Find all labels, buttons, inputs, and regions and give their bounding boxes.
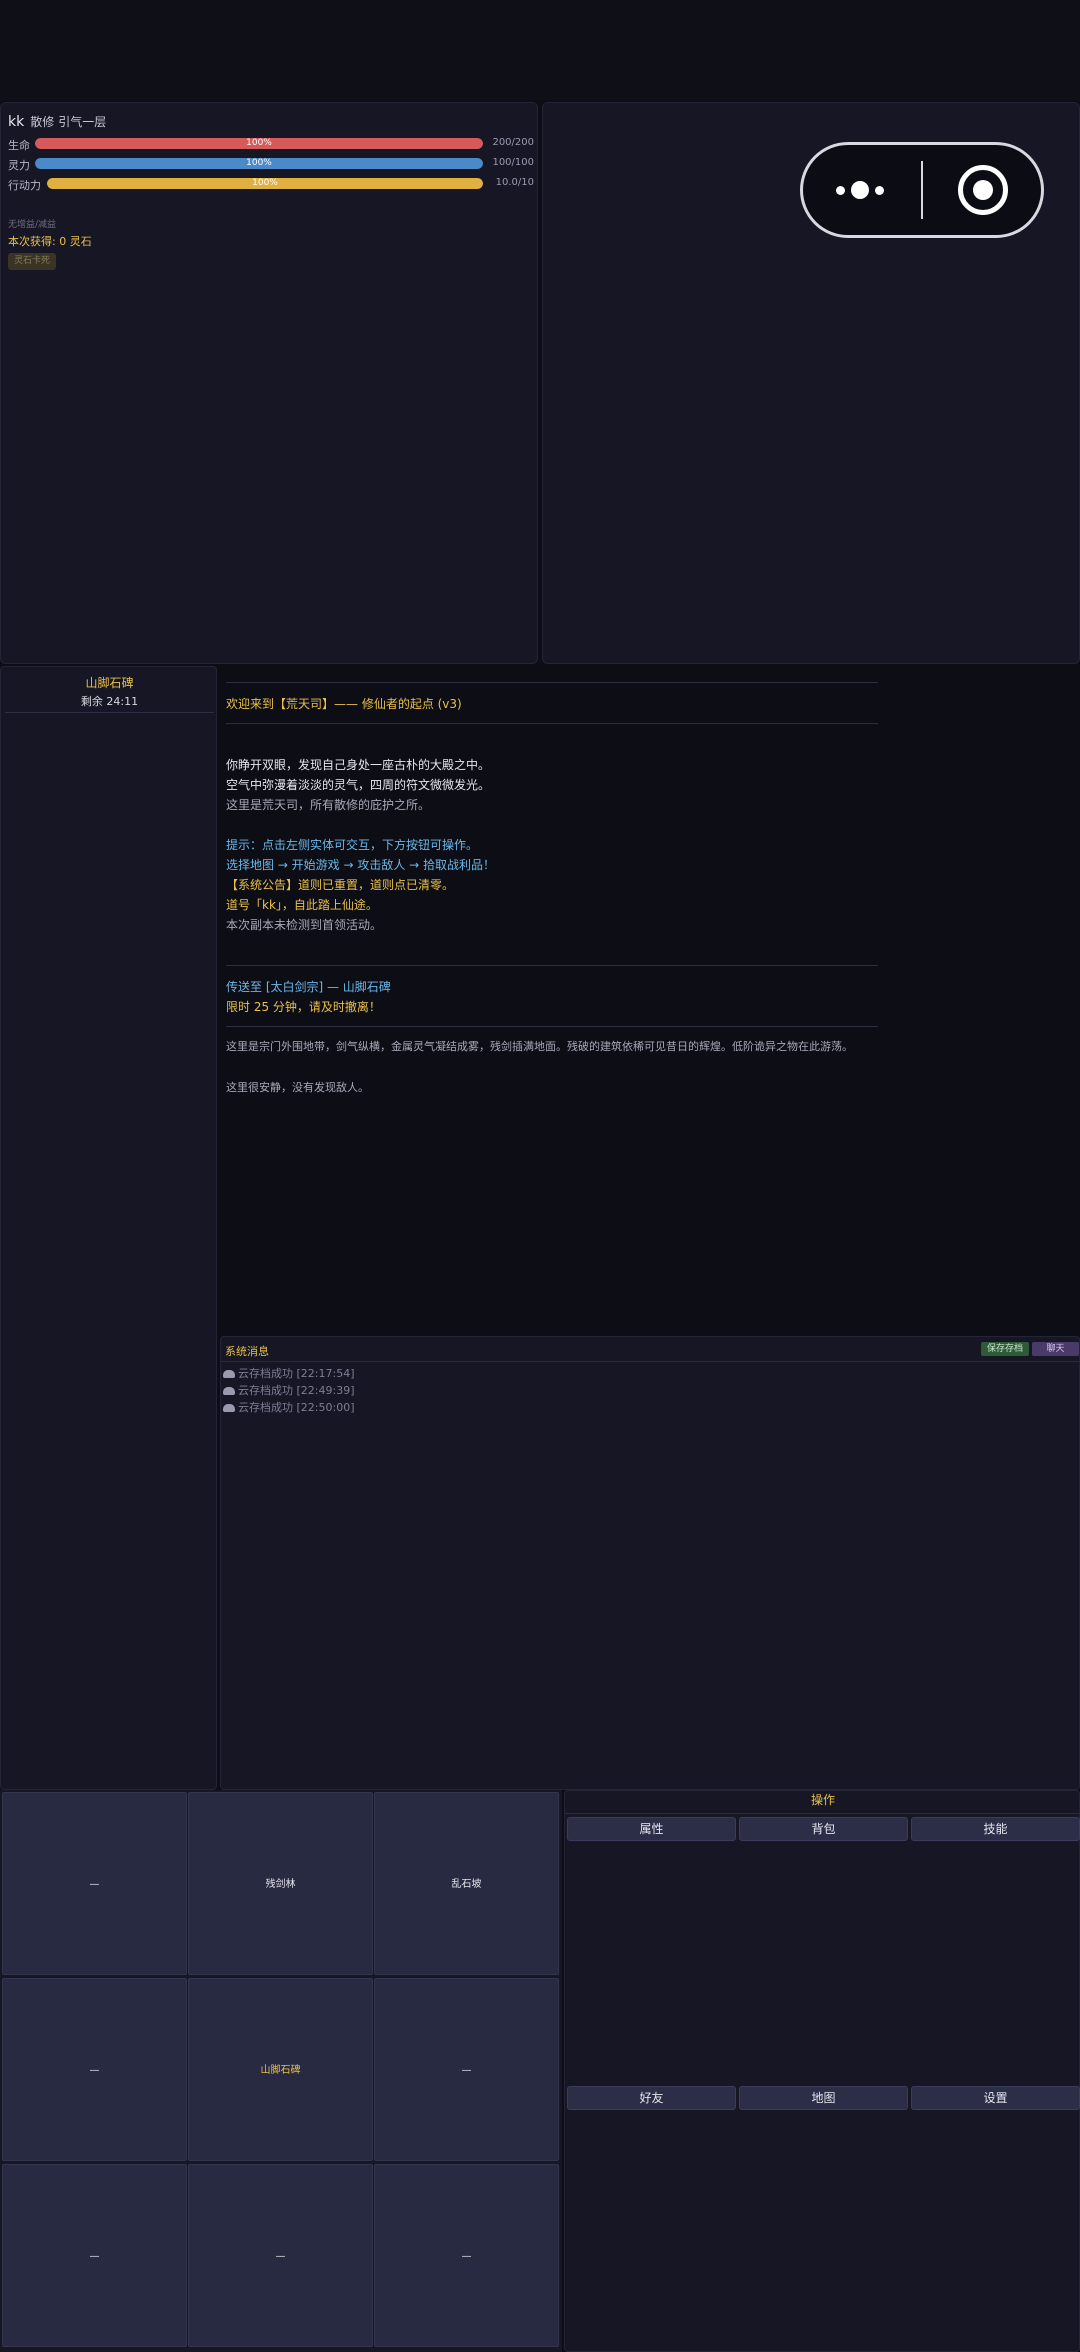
location-name: 山脚石碑 bbox=[85, 676, 134, 690]
log-item: 云存档成功 [22:49:39] bbox=[223, 1382, 354, 1398]
buff-status: 无增益/减益 bbox=[8, 220, 57, 230]
more-icon[interactable] bbox=[851, 181, 869, 199]
settings-button[interactable]: 设置 bbox=[911, 2086, 1080, 2110]
system-messages-panel: 系统消息 保存存档 聊天 云存档成功 [22:17:54] 云存档成功 [22:… bbox=[220, 1336, 1080, 1790]
map-cell[interactable]: — bbox=[2, 1792, 187, 1975]
story-line: 这里是荒天司，所有散修的庇护之所。 bbox=[226, 798, 431, 812]
miniprogram-capsule bbox=[800, 142, 1044, 238]
top-bar bbox=[0, 0, 1080, 100]
operations-panel: 操作 属性 背包 技能 好友 地图 设置 bbox=[564, 1790, 1080, 2352]
hp-bar: 100% bbox=[35, 138, 483, 149]
bag-button[interactable]: 背包 bbox=[739, 1817, 908, 1841]
system-announcement: 【系统公告】道则已重置，道则点已清零。 bbox=[226, 878, 455, 892]
map-cell[interactable]: 残剑林 bbox=[188, 1792, 373, 1975]
divider bbox=[221, 1361, 1080, 1362]
stamina-bar: 100% bbox=[47, 178, 483, 189]
chat-button[interactable]: 聊天 bbox=[1032, 1342, 1079, 1356]
map-cell[interactable]: — bbox=[374, 1978, 559, 2161]
stone-stuck-button[interactable]: 灵石卡死 bbox=[8, 253, 57, 270]
map-cell[interactable]: — bbox=[2, 1978, 187, 2161]
hint-line: 提示：点击左侧实体可交互，下方按钮可操作。 bbox=[226, 838, 479, 852]
hp-label: 生命 bbox=[8, 139, 30, 152]
player-realm: 引气一层 bbox=[58, 115, 107, 129]
story-log: 欢迎来到【荒天司】—— 修仙者的起点 (v3) 你睁开双眼，发现自己身处一座古朴… bbox=[220, 666, 1080, 1334]
mp-percent: 100% bbox=[246, 158, 272, 168]
stamina-label: 行动力 bbox=[8, 179, 41, 192]
skills-button[interactable]: 技能 bbox=[911, 1817, 1080, 1841]
stamina-bar-row: 行动力 100% 10.0/10 bbox=[8, 175, 534, 193]
messages-title: 系统消息 bbox=[225, 1345, 269, 1358]
map-cell[interactable]: 乱石坡 bbox=[374, 1792, 559, 1975]
cloud-icon bbox=[223, 1387, 235, 1395]
stamina-percent: 100% bbox=[252, 178, 278, 188]
daohao-line: 道号「kk」，自此踏上仙途。 bbox=[226, 898, 378, 912]
hp-bar-row: 生命 100% 200/200 bbox=[8, 135, 534, 153]
operations-title: 操作 bbox=[810, 1793, 835, 1807]
hint-line: 选择地图 → 开始游戏 → 攻击敌人 → 拾取战利品！ bbox=[226, 858, 496, 872]
divider bbox=[226, 723, 878, 724]
area-description: 这里是宗门外围地带，剑气纵横，金属灵气凝结成雾，残剑插满地面。残破的建筑依稀可见… bbox=[226, 1040, 853, 1053]
mp-bar: 100% bbox=[35, 158, 483, 169]
divider bbox=[226, 682, 878, 683]
map-cell-current[interactable]: 山脚石碑 bbox=[188, 1978, 373, 2161]
story-line: 你睁开双眼，发现自己身处一座古朴的大殿之中。 bbox=[226, 758, 491, 772]
player-name-line: kk 散修 引气一层 bbox=[8, 113, 112, 130]
player-name: kk bbox=[8, 114, 25, 130]
stamina-value: 10.0/10 bbox=[495, 177, 534, 188]
cloud-icon bbox=[223, 1404, 235, 1412]
divider bbox=[5, 712, 214, 713]
divider bbox=[565, 1813, 1080, 1814]
map-cell[interactable]: — bbox=[2, 2164, 187, 2347]
save-button[interactable]: 保存存档 bbox=[981, 1342, 1029, 1356]
map-grid: — 残剑林 乱石坡 — 山脚石碑 — — — — bbox=[0, 1790, 562, 2352]
hp-value: 200/200 bbox=[492, 137, 534, 148]
log-item: 云存档成功 [22:17:54] bbox=[223, 1365, 354, 1381]
more-dot-right-icon bbox=[875, 186, 884, 195]
teleport-line: 传送至 [太白剑宗] — 山脚石碑 bbox=[226, 980, 391, 994]
mp-value: 100/100 bbox=[492, 157, 534, 168]
story-line: 空气中弥漫着淡淡的灵气，四周的符文微微发光。 bbox=[226, 778, 491, 792]
mp-bar-row: 灵力 100% 100/100 bbox=[8, 155, 534, 173]
log-text: 云存档成功 [22:49:39] bbox=[238, 1384, 355, 1397]
log-text: 云存档成功 [22:50:00] bbox=[238, 1401, 355, 1414]
map-button[interactable]: 地图 bbox=[739, 2086, 908, 2110]
map-cell[interactable]: — bbox=[374, 2164, 559, 2347]
map-cell[interactable]: — bbox=[188, 2164, 373, 2347]
log-text: 云存档成功 [22:17:54] bbox=[238, 1367, 355, 1380]
location-panel: 山脚石碑 剩余 24:11 bbox=[0, 666, 217, 1790]
hp-percent: 100% bbox=[246, 138, 272, 148]
log-item: 云存档成功 [22:50:00] bbox=[223, 1399, 354, 1415]
time-limit-line: 限时 25 分钟，请及时撤离！ bbox=[226, 1000, 381, 1014]
more-dot-left-icon[interactable] bbox=[836, 186, 845, 195]
gain-text: 本次获得: 0 灵石 bbox=[8, 235, 92, 248]
welcome-text: 欢迎来到【荒天司】—— 修仙者的起点 (v3) bbox=[226, 697, 462, 711]
divider bbox=[226, 1026, 878, 1027]
player-status-panel: kk 散修 引气一层 生命 100% 200/200 灵力 100% 100/100… bbox=[0, 102, 538, 664]
capsule-divider bbox=[921, 161, 923, 219]
close-target-icon[interactable] bbox=[958, 165, 1008, 215]
divider bbox=[226, 965, 878, 966]
close-target-inner-icon bbox=[973, 180, 993, 200]
mp-label: 灵力 bbox=[8, 159, 30, 172]
cloud-icon bbox=[223, 1370, 235, 1378]
attributes-button[interactable]: 属性 bbox=[567, 1817, 736, 1841]
boss-status-line: 本次副本未检测到首领活动。 bbox=[226, 918, 383, 932]
friends-button[interactable]: 好友 bbox=[567, 2086, 736, 2110]
enemy-status: 这里很安静，没有发现敌人。 bbox=[226, 1081, 369, 1094]
player-sect: 散修 bbox=[30, 115, 55, 129]
location-remaining-time: 剩余 24:11 bbox=[80, 695, 139, 708]
